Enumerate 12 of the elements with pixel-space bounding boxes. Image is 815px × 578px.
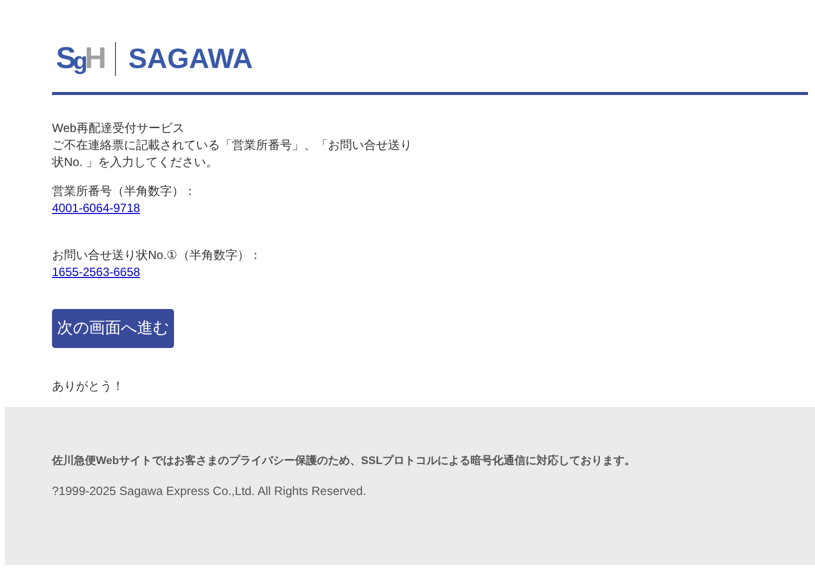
service-title: Web再配達受付サービス [52, 120, 186, 137]
logo-wordmark: SAGAWA [128, 45, 253, 73]
next-button[interactable]: 次の画面へ進む [52, 309, 174, 348]
thanks-text: ありがとう！ [52, 378, 125, 395]
logo-mark: SgH [56, 44, 104, 74]
field-value-link[interactable]: 1655-2563-6658 [52, 265, 140, 279]
copyright-text: ?1999-2025 Sagawa Express Co.,Ltd. All Rights Reserved. [52, 482, 368, 500]
field-value-link[interactable]: 4001-6064-9718 [52, 201, 140, 215]
privacy-notice: 佐川急便Webサイトではお客さまのプライバシー保護のため、SSLプロトコルによる暗号化通信に対応しております。 [52, 454, 636, 469]
instructions-text: ご不在連絡票に記載されている「営業所番号」、「お問い合せ送り状No. 」を入力してください。 [52, 137, 413, 171]
field-label: 営業所番号（半角数字）： [52, 184, 196, 198]
field-label: お問い合せ送り状No.①（半角数字）： [52, 248, 262, 262]
